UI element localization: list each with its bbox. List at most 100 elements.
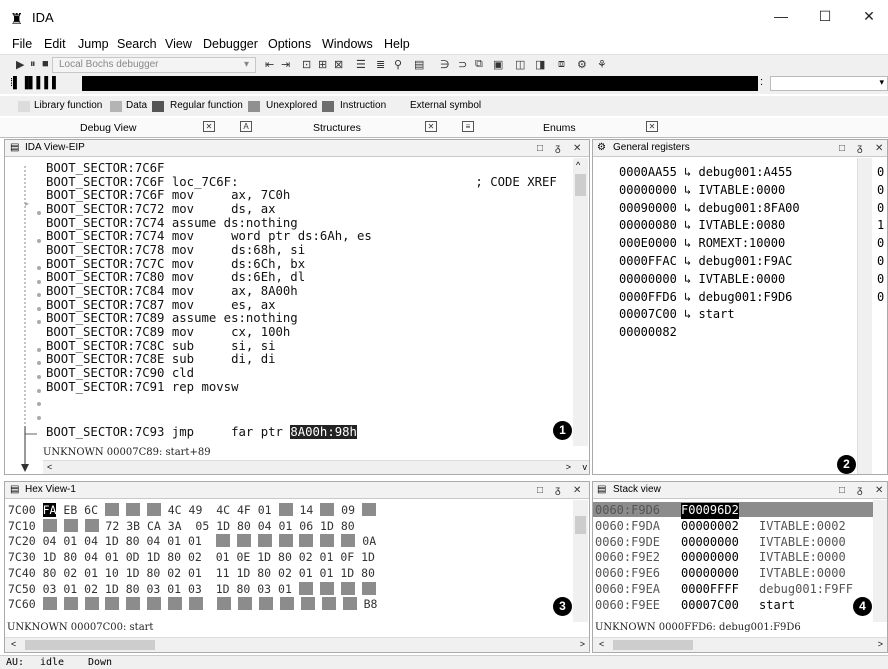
stack-rows[interactable]: 0060:F9D6 F00096D2 0060:F9DA 00000002 IVTABL… [593,503,873,614]
function-trace-icon[interactable]: ⊃ [458,58,467,71]
menu-view[interactable]: View [165,37,192,51]
close-icon[interactable]: ✕ [875,483,883,499]
step-out-icon[interactable]: ⊠ [334,58,343,71]
close-icon[interactable]: ✕ [646,121,658,132]
scroll-left-icon[interactable]: < [599,639,604,649]
float-icon[interactable]: ᵹ [555,483,561,499]
nav-dropdown[interactable]: ▾ [770,76,888,91]
scroll-left-icon[interactable]: < [11,639,16,649]
disassembly-line[interactable]: BOOT_SECTOR:7C74 assume ds:nothing [46,216,557,231]
close-icon[interactable]: ✕ [875,141,883,157]
start-process-icon[interactable]: ▶ [16,58,24,71]
scroll-down-icon[interactable]: v [583,462,588,472]
flag-value[interactable]: 0 [877,235,884,253]
scroll-thumb[interactable] [25,640,155,650]
menu-jump[interactable]: Jump [78,37,109,51]
tab-debug-view[interactable]: Debug View [80,122,136,134]
disassembly-line[interactable]: BOOT_SECTOR:7C91 rep movsw [46,380,557,395]
jump-target-highlight[interactable]: 8A00h:98h [290,425,357,439]
flag-value[interactable]: 1 [877,217,884,235]
register-row[interactable]: 00090000 ↳ debug001:8FA00 [619,200,800,218]
scroll-thumb[interactable] [575,174,586,196]
attach-icon[interactable]: ⚙ [577,58,587,71]
menu-file[interactable]: File [12,37,32,51]
scroll-right-icon[interactable]: > [566,462,571,472]
flag-value[interactable]: 0 [877,182,884,200]
close-icon[interactable]: ✕ [425,121,437,132]
disassembly-line[interactable]: BOOT_SECTOR:7C8C sub si, si [46,339,557,354]
close-icon[interactable]: ✕ [203,121,215,132]
register-row[interactable]: 0000FFAC ↳ debug001:F9AC [619,253,800,271]
register-row[interactable]: 00007C00 ↳ start [619,306,800,324]
menu-options[interactable]: Options [268,37,311,51]
register-row[interactable]: 00000000 ↳ IVTABLE:0000 [619,182,800,200]
flag-value[interactable]: 0 [877,253,884,271]
disassembly-line[interactable]: BOOT_SECTOR:7C6F loc_7C6F: ; CODE XREF [46,175,557,190]
disassembly-line[interactable]: BOOT_SECTOR:7C80 mov ds:6Eh, dl [46,271,557,285]
hex-horizontal-scrollbar[interactable]: < > [5,637,589,652]
stack-row[interactable]: 0060:F9EA 0000FFFF debug001:F9FF [593,582,873,598]
navigation-band[interactable]: ⁞▌▐▌▌▌▌ : ▾ [0,74,888,94]
trace-window-icon[interactable]: ▤ [414,58,424,71]
register-row[interactable]: 0000AA55 ↳ debug001:A455 [619,164,800,182]
flag-values[interactable]: 00010000 [877,164,884,306]
restore-icon[interactable]: □ [537,141,543,157]
tab-enums[interactable]: Enums [543,122,576,134]
restore-icon[interactable]: □ [839,141,845,157]
stack-row[interactable]: 0060:F9E2 00000000 IVTABLE:0000 [593,550,873,566]
ida-view-pane[interactable]: ▤ IDA View-EIP □ ᵹ ✕ ▸ BOOT_SECTOR:7C6F B… [4,139,590,475]
disassembly-line[interactable]: BOOT_SECTOR:7C8E sub di, di [46,353,557,367]
tab-structures[interactable]: Structures [313,122,361,134]
scroll-left-icon[interactable]: < [47,462,52,472]
disassembly-line[interactable]: BOOT_SECTOR:7C87 mov es, ax [46,298,557,313]
hex-vertical-scrollbar[interactable] [573,500,588,622]
vertical-scrollbar[interactable]: ^ [573,158,588,446]
stack-row[interactable]: 0060:F9EE 00007C00 start [593,598,873,614]
breakpoint-icon[interactable]: ⇤ [265,58,274,71]
disassembly-line[interactable]: BOOT_SECTOR:7C90 cld [46,366,557,381]
scroll-right-icon[interactable]: > [878,639,883,649]
breakpoint-list-icon[interactable]: ☰ [356,58,366,71]
restore-icon[interactable]: □ [537,483,543,499]
trace-options-icon[interactable]: ▣ [493,58,503,71]
hex-view-pane[interactable]: ▤ Hex View-1 □ ᵹ ✕ 7C00 FA EB 6C 4C 49 4… [4,481,590,653]
close-button[interactable]: ✕ [854,8,884,25]
tracing-icon[interactable]: ⚲ [394,58,402,71]
disassembly-line[interactable]: BOOT_SECTOR:7C6F [46,161,557,176]
registers-pane[interactable]: ⚙ General registers □ ᵹ ✕ 0000AA55 ↳ deb… [592,139,888,475]
menu-windows[interactable]: Windows [322,37,373,51]
minimize-button[interactable]: — [766,8,796,24]
stack-row[interactable]: 0060:F9DA 00000002 IVTABLE:0002 [593,519,873,535]
run-to-cursor-icon[interactable]: ⇥ [281,58,290,71]
step-over-icon[interactable]: ⊞ [318,58,327,71]
register-row[interactable]: 0000FFD6 ↳ debug001:F9D6 [619,289,800,307]
float-icon[interactable]: ᵹ [555,141,561,157]
float-icon[interactable]: ᵹ [857,141,863,157]
registers-scrollbar[interactable] [857,158,872,474]
register-row[interactable]: 00000000 ↳ IVTABLE:0000 [619,271,800,289]
disassembly-line[interactable]: BOOT_SECTOR:7C72 mov ds, ax [46,202,557,217]
disassembly-line[interactable]: BOOT_SECTOR:7C6F mov ax, 7C0h [46,189,557,203]
horizontal-scrollbar[interactable]: < > v [43,460,589,474]
close-icon[interactable]: ✕ [573,141,581,157]
flag-value[interactable]: 0 [877,200,884,218]
disassembly-line-current[interactable]: BOOT_SECTOR:7C93 jmp far ptr 8A00h:98h [46,425,357,440]
menu-search[interactable]: Search [117,37,157,51]
float-icon[interactable]: ᵹ [857,483,863,499]
register-row[interactable]: 000E0000 ↳ ROMEXT:10000 [619,235,800,253]
scroll-thumb[interactable] [613,640,693,650]
basic-block-trace-icon[interactable]: ⧉ [475,58,483,71]
navigation-overview[interactable] [82,76,758,91]
hex-dump[interactable]: 7C00 FA EB 6C 4C 49 4C 4F 01 14 09 7C10 … [8,503,377,613]
maximize-button[interactable]: ☐ [810,8,840,25]
stack-row[interactable]: 0060:F9DE 00000000 IVTABLE:0000 [593,535,873,551]
register-values[interactable]: 0000AA55 ↳ debug001:A455 00000000 ↳ IVTAB… [619,164,800,342]
stack-row[interactable]: 0060:F9D6 F00096D2 [593,503,873,519]
disassembly-line[interactable]: BOOT_SECTOR:7C78 mov ds:68h, si [46,243,557,258]
watch-icon[interactable]: ≣ [376,58,385,71]
stack-row[interactable]: 0060:F9E6 00000000 IVTABLE:0000 [593,566,873,582]
scroll-thumb[interactable] [575,516,586,534]
step-into-icon[interactable]: ⊡ [302,58,311,71]
disassembly-line[interactable]: BOOT_SECTOR:7C74 mov word ptr ds:6Ah, es [46,230,557,244]
close-icon[interactable]: ✕ [573,483,581,499]
